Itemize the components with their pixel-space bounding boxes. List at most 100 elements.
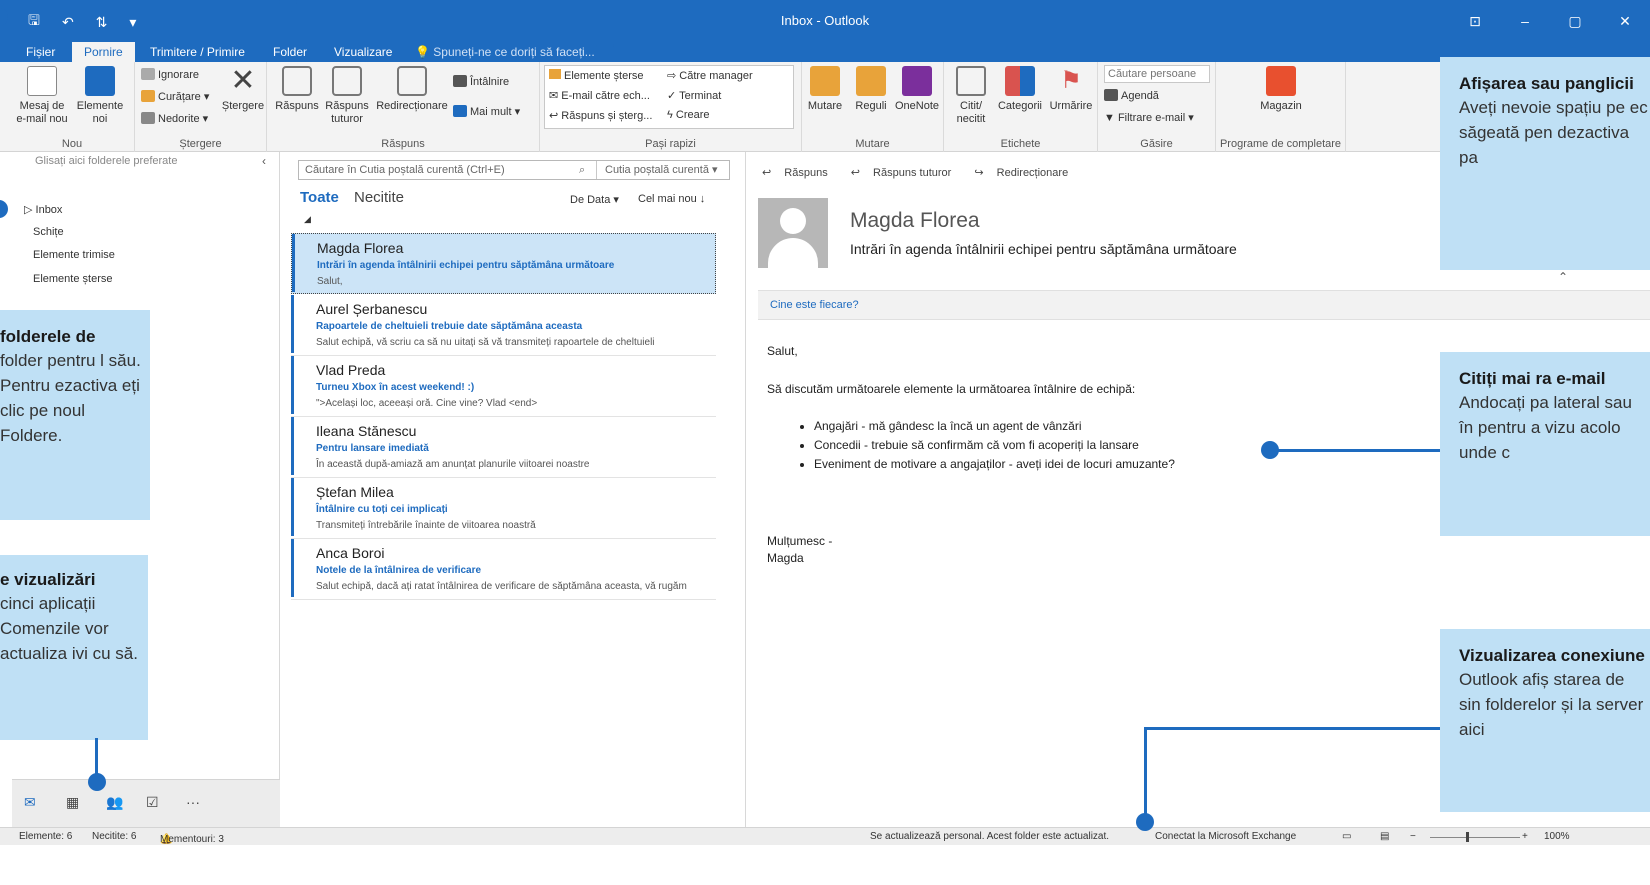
email-greeting: Salut, xyxy=(767,344,798,358)
new-items-label: Elemente noi xyxy=(76,100,124,125)
group-addins: Magazin Programe de completare xyxy=(1216,62,1346,152)
reply-all-action[interactable]: ↩ Răspuns tuturor xyxy=(851,167,962,179)
tell-me-text: Spuneți-ne ce doriți să faceți... xyxy=(433,45,595,59)
message-sender: Ștefan Milea xyxy=(316,484,394,500)
collapse-header-icon[interactable]: ⌃ xyxy=(1558,270,1568,284)
reply-action[interactable]: ↩ Răspuns xyxy=(762,167,838,179)
folder-drafts[interactable]: Schițe xyxy=(33,226,64,238)
reading-actions: ↩ Răspuns ↩ Răspuns tuturor ↪ Redirecțio… xyxy=(762,166,1088,179)
tab-file[interactable]: Fișier xyxy=(14,42,67,62)
more-apps-icon[interactable]: ··· xyxy=(186,794,200,810)
folder-inbox[interactable]: ▷ Inbox xyxy=(24,203,62,216)
tab-home[interactable]: Pornire xyxy=(72,42,135,62)
ignore-button[interactable]: Ignorare xyxy=(141,65,199,85)
cleanup-button[interactable]: Curățare ▾ xyxy=(141,87,209,107)
normal-view-icon[interactable]: ▭ xyxy=(1342,831,1351,842)
store-button[interactable]: Magazin xyxy=(1253,66,1309,113)
message-item[interactable]: Vlad Preda Turneu Xbox în acest weekend!… xyxy=(291,356,716,417)
categories-button[interactable]: Categorii xyxy=(992,66,1048,113)
filter-email-button[interactable]: ▼ Filtrare e-mail ▾ xyxy=(1104,108,1194,128)
group-delete: Ignorare Curățare ▾ Nedorite ▾ ✕ Șterger… xyxy=(135,62,267,152)
zoom-slider-thumb[interactable] xyxy=(1466,832,1469,842)
more-respond-button[interactable]: Mai mult ▾ xyxy=(453,102,520,122)
mailbox-search[interactable]: Căutare în Cutia poștală curentă (Ctrl+E… xyxy=(298,160,730,180)
message-subject: Rapoartele de cheltuieli trebuie date să… xyxy=(316,321,583,332)
reading-sender[interactable]: Magda Florea xyxy=(850,209,980,233)
quick-step-reply-delete[interactable]: ↩ Răspuns și șterg... xyxy=(549,109,652,122)
delete-button[interactable]: ✕ Ștergere xyxy=(215,66,271,113)
folder-sent[interactable]: Elemente trimise xyxy=(33,249,115,261)
search-icon[interactable]: ⌕ xyxy=(579,161,585,179)
message-item[interactable]: Aurel Șerbanescu Rapoartele de cheltuiel… xyxy=(291,295,716,356)
unread-bar xyxy=(291,417,294,475)
reply-all-button[interactable]: Răspuns tuturor xyxy=(321,66,373,126)
quick-step-manager[interactable]: ⇨ Către manager xyxy=(667,69,753,82)
callout-connector xyxy=(1270,449,1440,452)
group-collapse-icon[interactable]: ◢ xyxy=(304,214,311,225)
store-bag-icon xyxy=(1266,66,1296,96)
reading-subject: Intrări în agenda întâlnirii echipei pen… xyxy=(850,241,1237,257)
maximize-icon[interactable]: ▢ xyxy=(1550,0,1600,42)
search-people-input[interactable] xyxy=(1104,65,1210,83)
funnel-icon: ▼ xyxy=(1104,112,1118,124)
onenote-button[interactable]: OneNote xyxy=(892,66,942,113)
collapse-pane-icon[interactable]: ‹ xyxy=(262,154,266,168)
ribbon-display-options-icon[interactable]: ⊡ xyxy=(1450,0,1500,42)
list-item: Eveniment de motivare a angajaților - av… xyxy=(814,457,1175,476)
read-unread-button[interactable]: Citit/ necitit xyxy=(950,66,992,126)
forward-button[interactable]: Redirecționare xyxy=(371,66,453,113)
zoom-in-icon[interactable]: + xyxy=(1522,831,1528,842)
tell-me-box[interactable]: 💡 Spuneți-ne ce doriți să faceți... xyxy=(415,42,595,62)
group-label-new: Nou xyxy=(61,138,83,150)
reply-all-action-label: Răspuns tuturor xyxy=(873,167,952,179)
message-item[interactable]: Anca Boroi Notele de la întâlnirea de ve… xyxy=(291,539,716,600)
followup-button[interactable]: ⚑ Urmărire xyxy=(1046,66,1096,113)
calendar-nav-icon[interactable]: ▦ xyxy=(66,794,79,811)
junk-button[interactable]: Nedorite ▾ xyxy=(141,109,208,129)
filter-all-tab[interactable]: Toate xyxy=(300,189,339,206)
group-respond: Răspuns Răspuns tuturor Redirecționare Î… xyxy=(267,62,540,152)
quick-step-done[interactable]: ✓ Terminat xyxy=(667,89,721,102)
tasks-nav-icon[interactable]: ☑ xyxy=(146,794,159,811)
expand-triangle-icon[interactable]: ▷ xyxy=(24,204,36,216)
filter-unread-tab[interactable]: Necitite xyxy=(354,189,404,206)
reply-label: Răspuns xyxy=(275,100,319,112)
new-items-button[interactable]: Elemente noi xyxy=(72,66,128,126)
forward-action[interactable]: ↪ Redirecționare xyxy=(974,167,1078,179)
reply-all-small-icon: ↩ xyxy=(850,167,864,179)
address-book-button[interactable]: Agendă xyxy=(1104,86,1159,106)
meeting-button[interactable]: Întâlnire xyxy=(453,72,509,92)
reply-button[interactable]: Răspuns xyxy=(271,66,323,113)
message-item[interactable]: Magda Florea Intrări în agenda întâlniri… xyxy=(291,233,716,294)
who-is-link[interactable]: Cine este fiecare? xyxy=(770,299,859,311)
tab-view[interactable]: Vizualizare xyxy=(322,42,404,62)
people-nav-icon[interactable]: 👥 xyxy=(106,794,123,811)
search-scope-dropdown[interactable]: Cutia poștală curentă ▾ xyxy=(596,161,731,179)
reading-view-icon[interactable]: ▤ xyxy=(1380,831,1389,842)
unread-bar xyxy=(291,478,294,536)
quick-step-deleted[interactable]: Elemente șterse xyxy=(549,69,643,82)
callout-body: Andocați pa lateral sau în pentru a vizu… xyxy=(1459,393,1632,462)
message-item[interactable]: Ileana Stănescu Pentru lansare imediată … xyxy=(291,417,716,478)
search-input-placeholder[interactable]: Căutare în Cutia poștală curentă (Ctrl+E… xyxy=(305,161,505,179)
zoom-out-icon[interactable]: − xyxy=(1410,831,1416,842)
quick-step-create[interactable]: ϟ Creare xyxy=(667,109,710,121)
message-item[interactable]: Ștefan Milea Întâlnire cu toți cei impli… xyxy=(291,478,716,539)
mail-nav-icon[interactable]: ✉ xyxy=(24,794,36,811)
navigation-bar: ✉ ▦ 👥 ☑ ··· xyxy=(12,779,280,827)
tab-send-receive[interactable]: Trimitere / Primire xyxy=(138,42,257,62)
minimize-icon[interactable]: – xyxy=(1500,0,1550,42)
forward-action-label: Redirecționare xyxy=(996,167,1069,179)
close-icon[interactable]: ✕ xyxy=(1600,0,1650,42)
sort-by-dropdown[interactable]: De Data ▾ xyxy=(570,193,619,206)
callout-folders: folderele de folder pentru l său. Pentru… xyxy=(0,310,150,520)
quick-step-team-email[interactable]: ✉ E-mail către ech... xyxy=(549,89,650,102)
rules-button[interactable]: Reguli xyxy=(848,66,894,113)
zoom-slider[interactable] xyxy=(1430,837,1520,838)
group-new: Mesaj de e-mail nou Elemente noi Nou xyxy=(10,62,135,152)
tab-folder[interactable]: Folder xyxy=(261,42,319,62)
sort-order-toggle[interactable]: Cel mai nou ↓ xyxy=(638,193,705,205)
new-email-button[interactable]: Mesaj de e-mail nou xyxy=(14,66,70,126)
folder-deleted[interactable]: Elemente șterse xyxy=(33,273,112,285)
move-button[interactable]: Mutare xyxy=(802,66,848,113)
